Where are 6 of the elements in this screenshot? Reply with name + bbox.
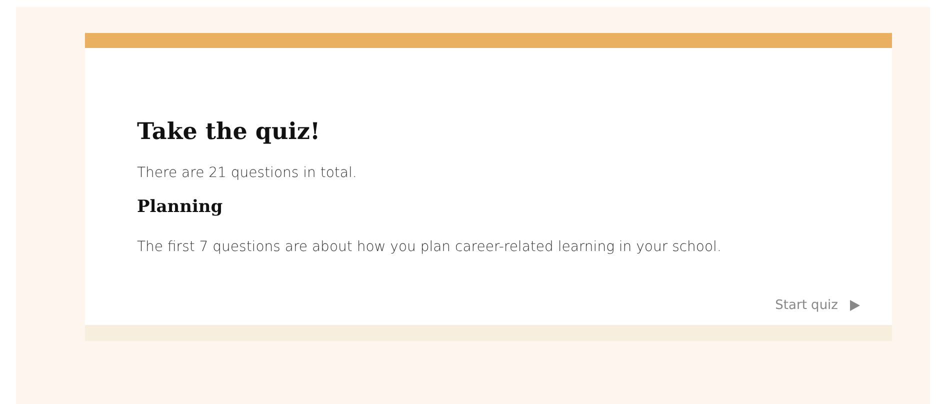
intro-text: There are 21 questions in total. bbox=[137, 165, 358, 181]
section-heading: Planning bbox=[137, 197, 224, 217]
start-quiz-button[interactable]: Start quiz bbox=[771, 294, 864, 317]
play-icon bbox=[850, 300, 860, 311]
quiz-title: Take the quiz! bbox=[137, 118, 322, 145]
section-text: The first 7 questions are about how you plan career-related learning in your school. bbox=[137, 239, 722, 255]
